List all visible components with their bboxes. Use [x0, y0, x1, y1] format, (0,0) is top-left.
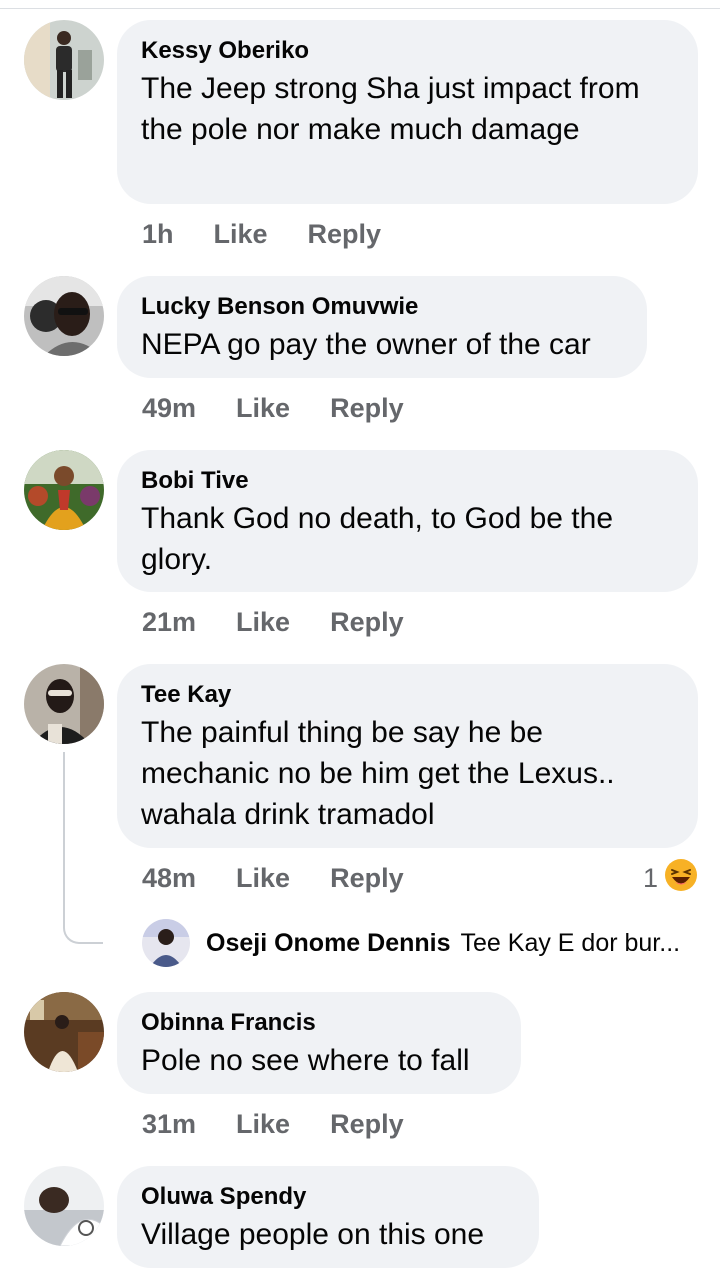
reply-button[interactable]: Reply: [330, 393, 404, 424]
like-button[interactable]: Like: [214, 219, 268, 250]
comment-text: Pole no see where to fall: [141, 1044, 470, 1077]
like-button[interactable]: Like: [236, 863, 290, 894]
comment-text: NEPA go pay the owner of the car: [141, 328, 591, 361]
like-button[interactable]: Like: [236, 393, 290, 424]
avatar[interactable]: [24, 992, 104, 1072]
thread-connector: [63, 918, 103, 944]
laughing-emoji-icon: [664, 858, 698, 899]
reaction-count: 1: [642, 862, 658, 893]
comment-actions: 1h Like Reply: [142, 214, 421, 254]
reply-button[interactable]: Reply: [330, 863, 404, 894]
comment-text: Thank God no death, to God be the glory.: [141, 502, 614, 576]
comment-timestamp: 21m: [142, 606, 197, 637]
comment-author[interactable]: Lucky Benson Omuvwie: [141, 290, 623, 324]
like-button[interactable]: Like: [236, 607, 290, 638]
comment-timestamp: 49m: [142, 392, 197, 423]
comment-bubble[interactable]: Obinna Francis Pole no see where to fall: [117, 992, 521, 1094]
comment-timestamp: 48m: [142, 862, 197, 893]
avatar[interactable]: [24, 664, 104, 744]
comment-text: The painful thing be say he be mechanic …: [141, 716, 615, 831]
reply-author[interactable]: Oseji Onome Dennis: [206, 929, 451, 958]
comment-actions: 31m Like Reply: [142, 1104, 444, 1144]
comment-author[interactable]: Bobi Tive: [141, 464, 674, 498]
reply-button[interactable]: Reply: [330, 607, 404, 638]
reply-text: Tee Kay E dor bur...: [460, 928, 681, 957]
comment-bubble[interactable]: Oluwa Spendy Village people on this one: [117, 1166, 539, 1268]
comment-author[interactable]: Tee Kay: [141, 678, 674, 712]
reply-button[interactable]: Reply: [308, 219, 382, 250]
comment-text: The Jeep strong Sha just impact from the…: [141, 72, 640, 146]
comment-bubble[interactable]: Tee Kay The painful thing be say he be m…: [117, 664, 698, 848]
comment-author[interactable]: Kessy Oberiko: [141, 34, 674, 68]
reaction-summary[interactable]: 1: [643, 858, 698, 898]
comment-text: Village people on this one: [141, 1218, 485, 1251]
avatar[interactable]: [24, 276, 104, 356]
avatar[interactable]: [24, 450, 104, 530]
avatar[interactable]: [142, 919, 190, 967]
comment-timestamp: 31m: [142, 1108, 197, 1139]
avatar[interactable]: [24, 1166, 104, 1246]
like-button[interactable]: Like: [236, 1109, 290, 1140]
comment-actions: 49m Like Reply: [142, 388, 444, 428]
comment-bubble[interactable]: Kessy Oberiko The Jeep strong Sha just i…: [117, 20, 698, 204]
reply-button[interactable]: Reply: [330, 1109, 404, 1140]
top-divider: [0, 8, 720, 9]
comment-bubble[interactable]: Lucky Benson Omuvwie NEPA go pay the own…: [117, 276, 647, 378]
comment-bubble[interactable]: Bobi Tive Thank God no death, to God be …: [117, 450, 698, 592]
comment-actions: 48m Like Reply: [142, 858, 444, 898]
comment-author[interactable]: Oluwa Spendy: [141, 1180, 515, 1214]
thread-line: [63, 752, 65, 918]
comment-actions: 21m Like Reply: [142, 602, 444, 642]
comment-timestamp: 1h: [142, 218, 174, 249]
avatar[interactable]: [24, 20, 104, 100]
reply-preview[interactable]: Oseji Onome Dennis Tee Kay E dor bur...: [142, 918, 680, 968]
comment-author[interactable]: Obinna Francis: [141, 1006, 497, 1040]
